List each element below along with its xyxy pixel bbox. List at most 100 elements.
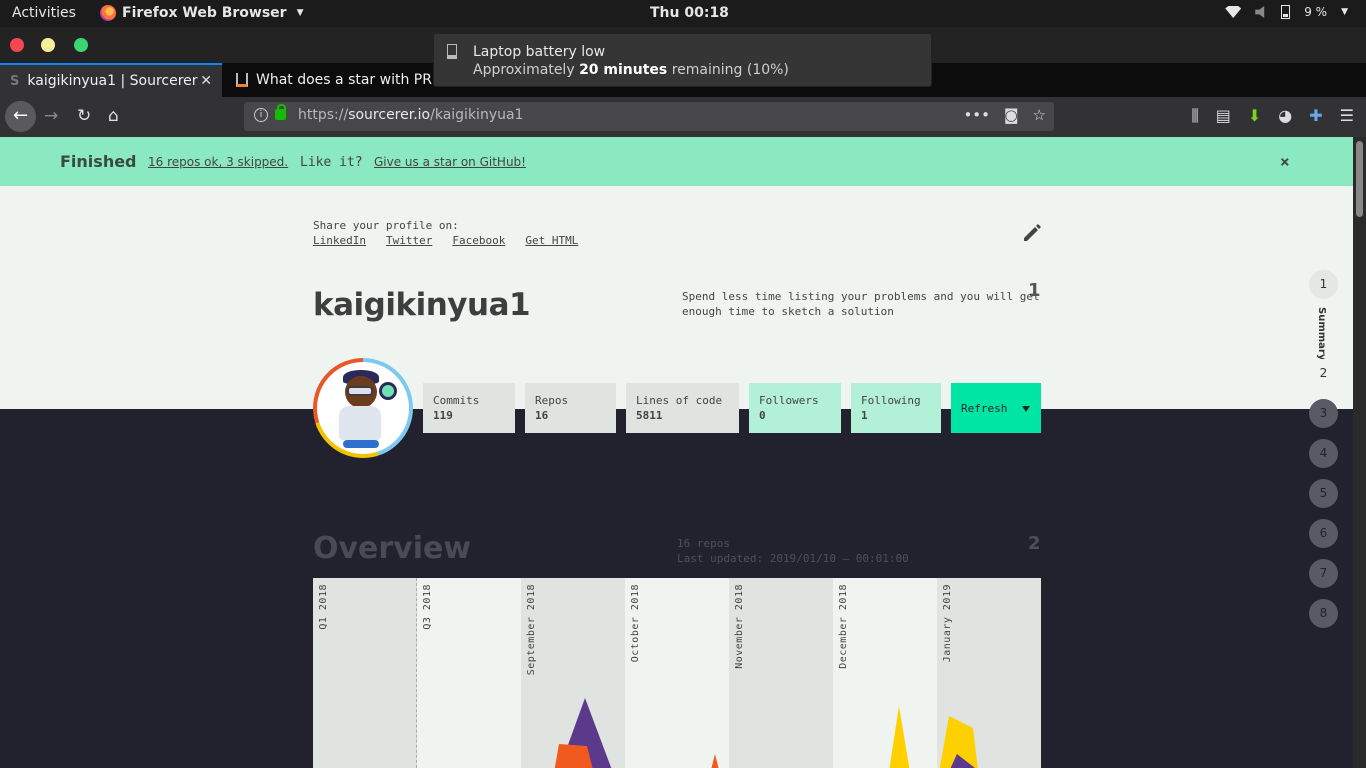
overview-repos-count: 16 repos xyxy=(677,537,730,550)
stat-label: Following xyxy=(861,394,921,407)
activity-peak-orange xyxy=(711,754,719,768)
extension-flag-icon[interactable]: ✚ xyxy=(1309,106,1322,126)
github-star-link[interactable]: Give us a star on GitHub! xyxy=(374,155,526,169)
section-nav-item-1[interactable]: 1 xyxy=(1309,270,1338,299)
refresh-button[interactable]: Refresh xyxy=(951,383,1041,433)
app-menu[interactable]: Firefox Web Browser ▼ xyxy=(100,5,304,21)
overview-title: Overview xyxy=(313,531,472,566)
page-scrollbar[interactable] xyxy=(1353,137,1366,768)
notification-body-suffix: remaining (10%) xyxy=(667,62,789,78)
stat-commits: Commits 119 xyxy=(423,383,515,433)
lock-icon[interactable] xyxy=(275,104,286,120)
firefox-icon xyxy=(100,5,116,21)
reload-button[interactable]: ↻ xyxy=(77,106,91,126)
close-icon[interactable]: ✕ xyxy=(200,73,212,89)
stat-value: 16 xyxy=(535,409,549,422)
stat-value: 119 xyxy=(433,409,453,422)
window-maximize-button[interactable] xyxy=(74,38,88,52)
system-tray[interactable]: 9 % ▼ xyxy=(1225,5,1348,19)
section-nav-item-7[interactable]: 7 xyxy=(1309,559,1338,588)
navigation-toolbar: ← → ↻ ⌂ i https://sourcerer.io/kaigikiny… xyxy=(0,97,1366,137)
hamburger-menu-icon[interactable]: ☰ xyxy=(1340,106,1354,126)
battery-low-icon xyxy=(447,44,457,59)
section-number: 2 xyxy=(1028,533,1041,554)
window-minimize-button[interactable] xyxy=(41,38,55,52)
clock[interactable]: Thu 00:18 xyxy=(650,5,729,21)
activity-peak-yellow xyxy=(889,706,910,768)
banner-close-button[interactable]: × xyxy=(1280,152,1290,171)
activity-timeline: Q1 2018 Q3 2018 September 2018 October 2… xyxy=(313,578,1041,768)
stat-label: Followers xyxy=(759,394,819,407)
library-icon[interactable]: ⫼ xyxy=(1191,106,1198,126)
section-nav-item-2[interactable]: 2 xyxy=(1309,359,1338,388)
activity-chart-shapes xyxy=(554,698,978,768)
notification-body: Approximately 20 minutes remaining (10%) xyxy=(473,62,789,78)
system-top-bar: Activities Firefox Web Browser ▼ Thu 00:… xyxy=(0,0,1366,27)
wifi-icon xyxy=(1225,6,1242,18)
repos-status-link[interactable]: 16 repos ok, 3 skipped. xyxy=(148,155,288,169)
page-content: Finished 16 repos ok, 3 skipped. Like it… xyxy=(0,137,1353,768)
like-it-text: Like it? xyxy=(300,155,363,170)
stat-followers[interactable]: Followers 0 xyxy=(749,383,841,433)
stat-value: 5811 xyxy=(636,409,663,422)
pocket-icon[interactable]: ◙ xyxy=(1004,106,1019,124)
share-linkedin-link[interactable]: LinkedIn xyxy=(313,234,366,247)
stat-label: Lines of code xyxy=(636,394,723,407)
url-path: /kaigikinyua1 xyxy=(430,107,524,123)
chevron-down-icon: ▼ xyxy=(296,8,304,18)
stat-value: 1 xyxy=(861,409,868,422)
stat-value: 0 xyxy=(759,409,766,422)
stat-lines-of-code: Lines of code 5811 xyxy=(626,383,739,433)
battery-icon xyxy=(1281,5,1291,19)
page-actions-icon[interactable]: ••• xyxy=(963,106,990,124)
refresh-label: Refresh xyxy=(961,402,1008,415)
url-host: sourcerer.io xyxy=(348,107,431,123)
scrollbar-thumb[interactable] xyxy=(1356,141,1363,217)
sidebar-icon[interactable]: ▤ xyxy=(1216,106,1231,126)
download-icon[interactable]: ⬇ xyxy=(1248,106,1261,126)
section-nav-item-4[interactable]: 4 xyxy=(1309,439,1338,468)
notification-body-prefix: Approximately xyxy=(473,62,580,78)
stat-label: Repos xyxy=(535,394,569,407)
share-links: LinkedIn Twitter Facebook Get HTML xyxy=(313,234,578,247)
notification-title: Laptop battery low xyxy=(473,44,606,60)
tab-stackoverflow[interactable]: What does a star with PR xyxy=(226,63,446,97)
section-nav-item-3[interactable]: 3 xyxy=(1309,399,1338,428)
tab-title: What does a star with PR xyxy=(256,72,432,88)
edit-pencil-icon[interactable] xyxy=(1022,223,1042,243)
get-html-link[interactable]: Get HTML xyxy=(525,234,578,247)
section-nav-active-label: Summary xyxy=(1316,307,1327,361)
app-menu-label: Firefox Web Browser xyxy=(122,5,287,21)
section-nav-item-5[interactable]: 5 xyxy=(1309,479,1338,508)
profile-header-background xyxy=(0,186,1353,409)
info-icon[interactable]: i xyxy=(254,108,268,122)
chevron-down-icon: ▼ xyxy=(1341,7,1348,17)
caret-down-icon xyxy=(1022,406,1030,412)
window-close-button[interactable] xyxy=(10,38,24,52)
extension-icon[interactable]: ◕ xyxy=(1278,106,1292,126)
section-nav-item-8[interactable]: 8 xyxy=(1309,599,1338,628)
share-twitter-link[interactable]: Twitter xyxy=(386,234,432,247)
home-button[interactable]: ⌂ xyxy=(108,106,119,126)
stat-following[interactable]: Following 1 xyxy=(851,383,941,433)
share-facebook-link[interactable]: Facebook xyxy=(452,234,505,247)
overview-meta: 16 repos Last updated: 2019/01/10 — 00:0… xyxy=(677,536,909,566)
tab-title: kaigikinyua1 | Sourcerer xyxy=(27,73,198,89)
battery-notification[interactable]: Laptop battery low Approximately 20 minu… xyxy=(433,33,932,87)
back-button[interactable]: ← xyxy=(5,101,36,132)
tab-sourcerer[interactable]: S kaigikinyua1 | Sourcerer ✕ xyxy=(0,63,222,97)
profile-username: kaigikinyua1 xyxy=(313,287,531,323)
status-banner: Finished 16 repos ok, 3 skipped. Like it… xyxy=(0,137,1353,186)
volume-icon xyxy=(1255,6,1265,18)
activities-button[interactable]: Activities xyxy=(12,5,76,21)
section-nav-item-6[interactable]: 6 xyxy=(1309,519,1338,548)
avatar xyxy=(313,358,413,458)
url-scheme: https:// xyxy=(298,107,349,123)
battery-percentage: 9 % xyxy=(1304,5,1328,19)
stat-repos: Repos 16 xyxy=(525,383,616,433)
url-text[interactable]: https://sourcerer.io/kaigikinyua1 xyxy=(298,107,523,123)
bookmark-star-icon[interactable]: ☆ xyxy=(1033,106,1046,124)
forward-button[interactable]: → xyxy=(44,106,58,126)
overview-last-updated: Last updated: 2019/01/10 — 00:01:00 xyxy=(677,552,909,565)
url-bar[interactable]: i https://sourcerer.io/kaigikinyua1 ••• … xyxy=(244,102,1054,131)
